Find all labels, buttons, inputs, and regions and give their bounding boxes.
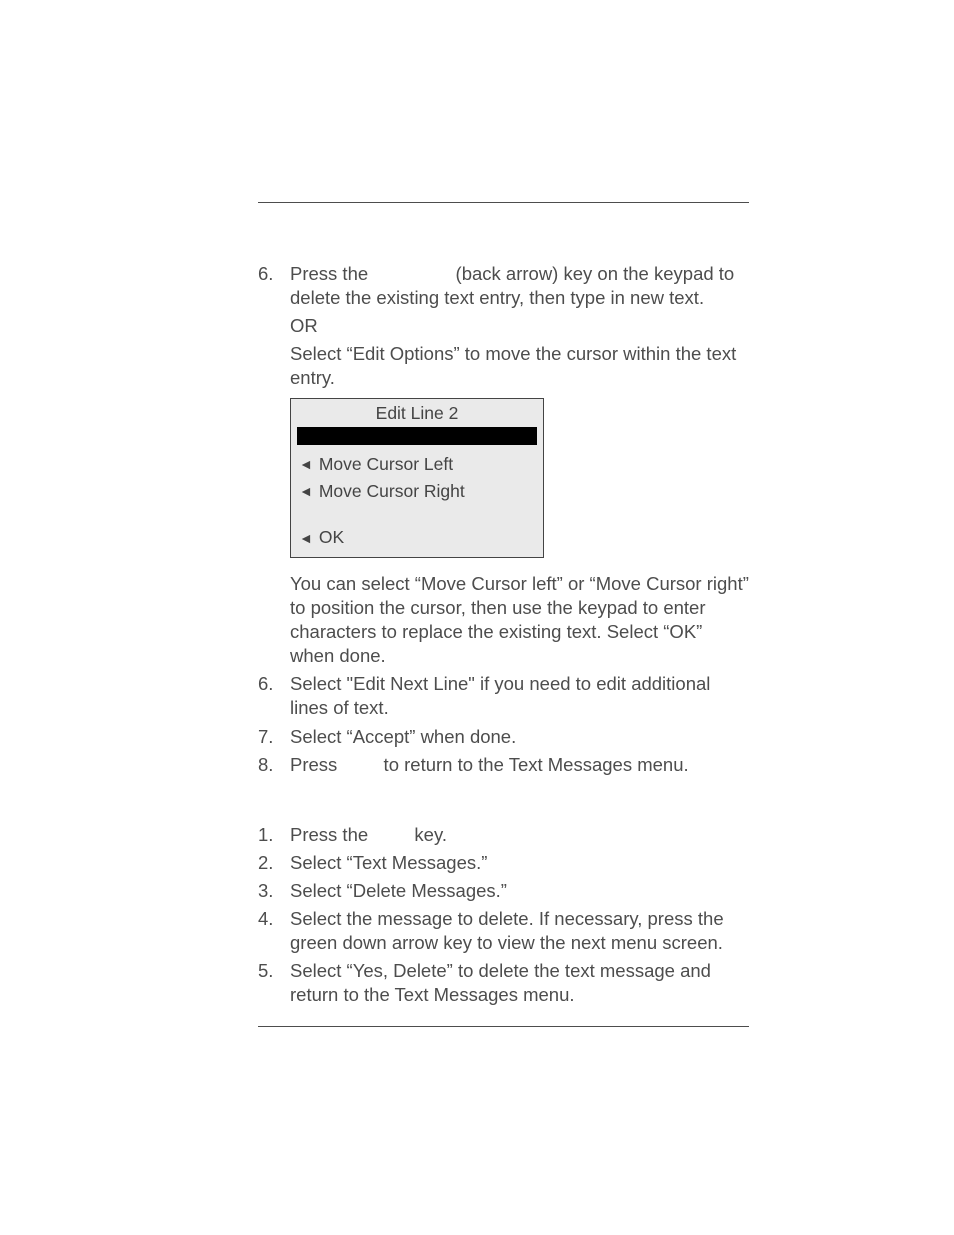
step-b1: 1. Press the key. (258, 823, 750, 847)
panel-row-move-left: ◄ Move Cursor Left (291, 451, 543, 478)
text-fragment: Press the (290, 263, 373, 284)
triangle-left-icon: ◄ (299, 482, 313, 500)
panel-gap (291, 504, 543, 524)
step-text: Select “Yes, Delete” to delete the text … (290, 959, 750, 1007)
step-number: 2. (258, 851, 282, 875)
body-content: 6. Press the (back arrow) key on the key… (258, 262, 750, 1011)
step-number: 7. (258, 725, 282, 749)
text-fragment: Press the (290, 824, 373, 845)
step-6a: 6. Press the (back arrow) key on the key… (258, 262, 750, 668)
step-text: Select "Edit Next Line" if you need to e… (290, 672, 750, 720)
step-8: 8. Press to return to the Text Messages … (258, 753, 750, 777)
step-number: 3. (258, 879, 282, 903)
step-text: Press the key. (290, 823, 750, 847)
step-b4: 4. Select the message to delete. If nece… (258, 907, 750, 955)
step-text: Select “Text Messages.” (290, 851, 750, 875)
steps-list-1: 6. Press the (back arrow) key on the key… (258, 262, 750, 777)
top-rule (258, 202, 749, 203)
text-fragment: to return to the Text Messages menu. (378, 754, 688, 775)
step-number: 1. (258, 823, 282, 847)
text-fragment: Press (290, 754, 342, 775)
step-text: Select “Edit Options” to move the cursor… (290, 342, 750, 390)
step-6b: 6. Select "Edit Next Line" if you need t… (258, 672, 750, 720)
document-page: 6. Press the (back arrow) key on the key… (0, 0, 954, 1235)
step-text: Select “Accept” when done. (290, 725, 750, 749)
panel-selection-bar (297, 427, 537, 445)
text-fragment: key. (409, 824, 447, 845)
step-text: Select “Delete Messages.” (290, 879, 750, 903)
panel-row-ok: ◄ OK (291, 524, 543, 557)
step-number: 4. (258, 907, 282, 931)
panel-row-move-right: ◄ Move Cursor Right (291, 478, 543, 505)
panel-row-label: Move Cursor Right (319, 480, 465, 503)
panel-row-label: Move Cursor Left (319, 453, 453, 476)
step-text: Press to return to the Text Messages men… (290, 753, 750, 777)
bottom-rule (258, 1026, 749, 1027)
step-text-after: You can select “Move Cursor left” or “Mo… (290, 572, 750, 668)
panel-title: Edit Line 2 (291, 399, 543, 427)
step-b5: 5. Select “Yes, Delete” to delete the te… (258, 959, 750, 1007)
panel-row-label: OK (319, 526, 344, 549)
triangle-left-icon: ◄ (299, 529, 313, 547)
step-number: 6. (258, 262, 282, 286)
step-number: 5. (258, 959, 282, 983)
or-text: OR (290, 314, 750, 338)
step-number: 8. (258, 753, 282, 777)
step-text: Select the message to delete. If necessa… (290, 907, 750, 955)
steps-list-2: 1. Press the key. 2. Select “Text Messag… (258, 823, 750, 1007)
step-text: Press the (back arrow) key on the keypad… (290, 262, 750, 310)
step-b3: 3. Select “Delete Messages.” (258, 879, 750, 903)
step-7: 7. Select “Accept” when done. (258, 725, 750, 749)
section-gap (258, 781, 750, 823)
step-number: 6. (258, 672, 282, 696)
step-b2: 2. Select “Text Messages.” (258, 851, 750, 875)
triangle-left-icon: ◄ (299, 455, 313, 473)
edit-line-panel: Edit Line 2 ◄ Move Cursor Left ◄ Move Cu… (290, 398, 544, 558)
